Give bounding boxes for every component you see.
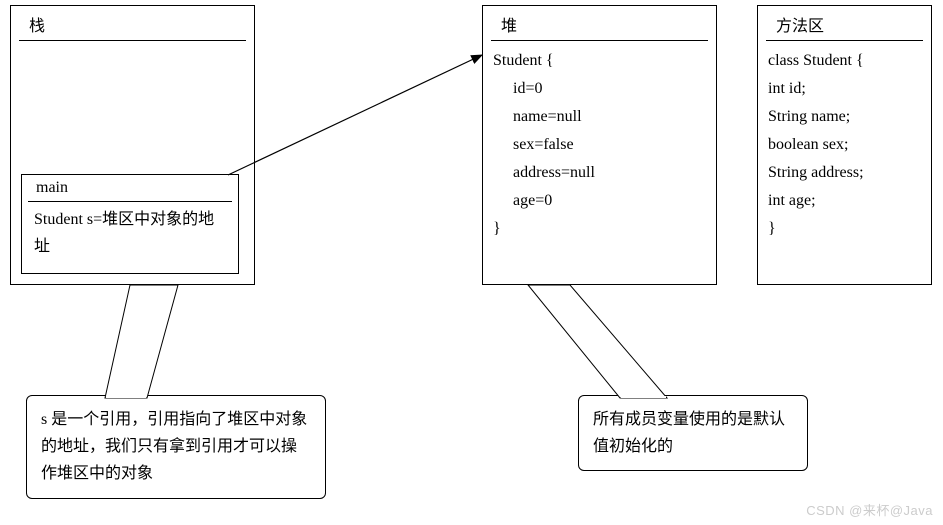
callout-text: s 是一个引用，引用指向了堆区中对象的地址，我们只有拿到引用才可以操作堆区中的对… — [41, 411, 307, 482]
heap-line: id=0 — [493, 75, 706, 103]
callout-text: 所有成员变量使用的是默认值初始化的 — [593, 411, 785, 455]
callout-stack-note: s 是一个引用，引用指向了堆区中对象的地址，我们只有拿到引用才可以操作堆区中的对… — [26, 395, 326, 499]
heap-body: Student { id=0 name=null sex=false addre… — [483, 41, 716, 249]
callout-connector-right — [528, 285, 667, 398]
method-area-line: String address; — [768, 164, 864, 181]
heap-line: age=0 — [493, 187, 706, 215]
heap-line: sex=false — [493, 131, 706, 159]
method-area-line: } — [768, 220, 776, 237]
method-area-line: boolean sex; — [768, 136, 848, 153]
method-area-line: String name; — [768, 108, 850, 125]
heap-line: address=null — [493, 159, 706, 187]
callout-heap-note: 所有成员变量使用的是默认值初始化的 — [578, 395, 808, 471]
stack-title: 栈 — [19, 6, 246, 41]
heap-line: name=null — [493, 103, 706, 131]
method-area-box: 方法区 class Student { int id; String name;… — [757, 5, 932, 285]
stack-frame-title: main — [28, 175, 232, 202]
heap-line: } — [493, 220, 501, 237]
callout-connector-left — [105, 285, 178, 398]
method-area-body: class Student { int id; String name; boo… — [758, 41, 931, 249]
reference-arrow — [228, 55, 482, 175]
stack-box: 栈 main Student s=堆区中对象的地址 — [10, 5, 255, 285]
stack-frame-main: main Student s=堆区中对象的地址 — [21, 174, 239, 274]
stack-frame-body: Student s=堆区中对象的地址 — [22, 202, 238, 268]
method-area-line: int id; — [768, 80, 806, 97]
method-area-title: 方法区 — [766, 6, 923, 41]
watermark: CSDN @来杯@Java — [806, 500, 933, 519]
heap-title: 堆 — [491, 6, 708, 41]
method-area-line: class Student { — [768, 52, 864, 69]
heap-box: 堆 Student { id=0 name=null sex=false add… — [482, 5, 717, 285]
heap-line: Student { — [493, 52, 554, 69]
method-area-line: int age; — [768, 192, 816, 209]
